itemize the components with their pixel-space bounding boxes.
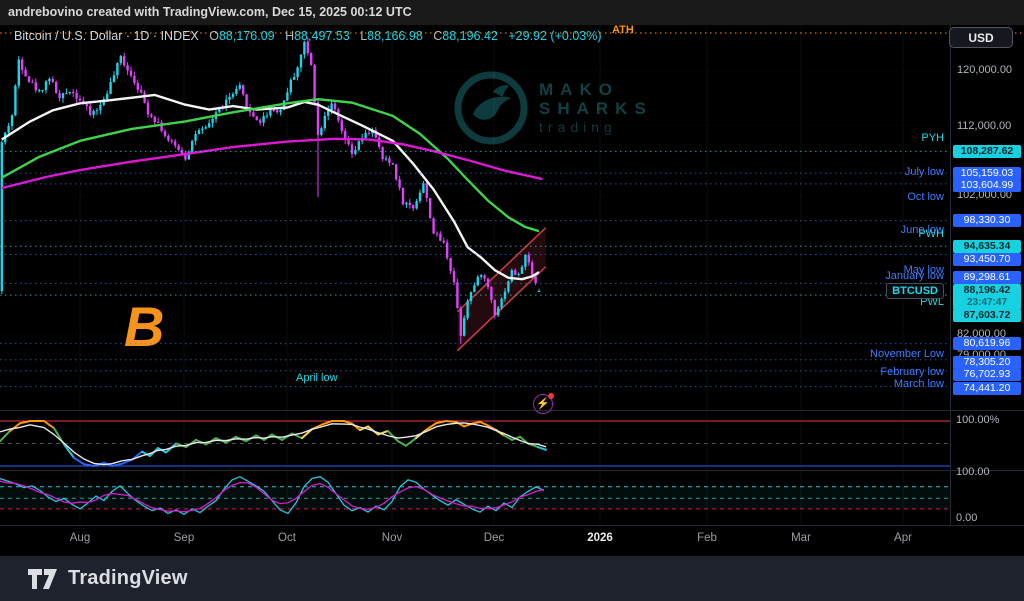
level-label-july_low[interactable]: July low — [905, 166, 944, 178]
price-badge-february_low[interactable]: 78,305.20 — [953, 356, 1021, 369]
price-badge-pyh[interactable]: 108,287.62 — [953, 145, 1021, 158]
price-badge-june_low[interactable]: 98,330.30 — [953, 214, 1021, 227]
symbol-legend[interactable]: Bitcoin / U.S. Dollar · 1D · INDEX O88,1… — [14, 29, 602, 43]
month-label-mar: Mar — [791, 532, 811, 544]
price-badge-july_low[interactable]: 105,159.03 — [953, 167, 1021, 180]
month-label-2026: 2026 — [587, 532, 613, 544]
level-label-march_low[interactable]: March low — [894, 378, 944, 390]
price-tick-120000: 120,000.00 — [957, 64, 1012, 76]
close-label: C — [433, 29, 442, 43]
month-label-apr: Apr — [894, 532, 912, 544]
ma-slow — [2, 139, 543, 188]
footer-bar: TradingView — [0, 556, 1024, 601]
open-label: O — [209, 29, 219, 43]
tradingview-logo-icon[interactable] — [28, 567, 58, 591]
price-badge-january_low[interactable]: 89,298.61 — [953, 271, 1021, 284]
osc2-scale-top: 100.00 — [956, 466, 990, 478]
candles — [1, 38, 541, 344]
ma-fast — [2, 95, 539, 279]
month-label-sep: Sep — [174, 532, 194, 544]
level-label-ath[interactable]: ATH — [612, 24, 634, 36]
price-badge-may_low[interactable]: 93,450.70 — [953, 253, 1021, 266]
time-axis[interactable]: Aug Sep Oct Nov Dec 2026 Feb Mar Apr — [0, 525, 1024, 556]
level-label-pwh[interactable]: PWH — [918, 228, 944, 240]
chart-main-area: MAKO SHARKS trading B Bitcoin / U.S. Dol… — [0, 25, 1024, 556]
level-label-oct_low[interactable]: Oct low — [907, 191, 944, 203]
level-label-april_low[interactable]: April low — [296, 372, 338, 384]
main-chart-canvas[interactable] — [0, 25, 1024, 556]
high-value: 88,497.53 — [294, 29, 350, 43]
symbol-title: Bitcoin / U.S. Dollar · 1D · INDEX — [14, 29, 199, 43]
price-tick-112000: 112,000.00 — [957, 120, 1011, 132]
open-value: 88,176.09 — [219, 29, 275, 43]
month-label-aug: Aug — [70, 532, 90, 544]
level-lines[interactable] — [0, 33, 1024, 387]
month-label-oct: Oct — [278, 532, 296, 544]
level-label-february_low[interactable]: February low — [880, 366, 944, 378]
close-value: 88,196.42 — [442, 29, 498, 43]
current-price-value: 88,196.42 — [953, 284, 1021, 297]
currency-usd-button[interactable]: USD — [949, 27, 1013, 48]
attribution-bar: andrebovino created with TradingView.com… — [0, 0, 1024, 25]
ma-mid — [2, 99, 539, 231]
footer-brand: TradingView — [68, 567, 188, 590]
month-label-feb: Feb — [697, 532, 717, 544]
oscillator-panes — [0, 421, 950, 509]
current-price-badge[interactable]: 88,196.4223:47:47 — [953, 284, 1021, 310]
change-value: +29.92 (+0.03%) — [508, 29, 601, 43]
month-label-dec: Dec — [484, 532, 504, 544]
osc1-scale-label: 100.00% — [956, 414, 999, 426]
bar-countdown: 23:47:47 — [953, 297, 1021, 308]
tradingview-screenshot: andrebovino created with TradingView.com… — [0, 0, 1024, 601]
price-badge-pwl[interactable]: 87,603.72 — [953, 309, 1021, 322]
alert-dot — [548, 393, 554, 399]
price-badge-oct_low[interactable]: 103,604.99 — [953, 179, 1021, 192]
price-badge-pwh[interactable]: 94,635.34 — [953, 240, 1021, 253]
level-label-january_low[interactable]: January low — [885, 270, 944, 282]
high-label: H — [285, 29, 294, 43]
symbol-flag-btcusd[interactable]: BTCUSD — [886, 283, 944, 299]
indicator-alert-icon[interactable]: ⚡ — [533, 394, 553, 414]
level-label-pyh[interactable]: PYH — [921, 132, 944, 144]
month-label-nov: Nov — [382, 532, 402, 544]
level-label-november_low[interactable]: November Low — [870, 348, 944, 360]
price-badge-november_low[interactable]: 80,619.96 — [953, 337, 1021, 350]
osc2-scale-bottom: 0.00 — [956, 512, 977, 524]
price-axis[interactable]: 120,000.00112,000.00102,000.0082,000.007… — [950, 25, 1024, 525]
price-badge-april_low[interactable]: 74,441.20 — [953, 382, 1021, 395]
gridlines — [0, 25, 950, 525]
price-badge-march_low[interactable]: 76,702.93 — [953, 368, 1021, 381]
pane-separator-2[interactable] — [0, 470, 1024, 471]
low-value: 88,166.98 — [367, 29, 423, 43]
pane-separator-1[interactable] — [0, 410, 1024, 411]
